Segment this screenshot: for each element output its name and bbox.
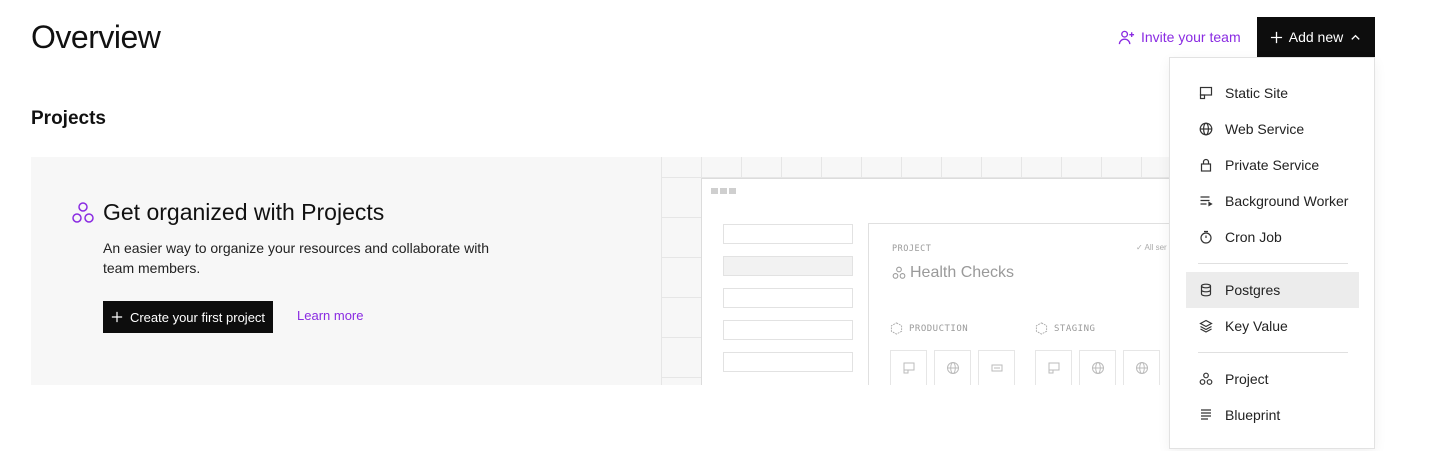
mock-sidebar-bar xyxy=(723,352,853,372)
mock-project-panel: PROJECT ✓ All ser Health Checks PRODUCTI… xyxy=(868,223,1191,385)
globe-icon xyxy=(1091,362,1104,374)
database-icon xyxy=(1200,283,1212,297)
project-icon xyxy=(1199,372,1213,385)
menu-item-label: Key Value xyxy=(1225,318,1288,334)
projects-illustration: PROJECT ✓ All ser Health Checks PRODUCTI… xyxy=(661,157,1191,385)
menu-item-label: Background Worker xyxy=(1225,193,1349,209)
globe-icon xyxy=(1135,362,1148,374)
lock-icon xyxy=(1200,158,1212,172)
banner-heading: Get organized with Projects xyxy=(71,199,384,226)
invite-team-label: Invite your team xyxy=(1141,29,1241,45)
banner-content: Get organized with Projects An easier wa… xyxy=(31,157,661,385)
menu-item-background-worker[interactable]: Background Worker xyxy=(1186,183,1359,219)
menu-divider xyxy=(1198,352,1348,353)
mock-env-production: PRODUCTION xyxy=(890,322,968,335)
mock-window: PROJECT ✓ All ser Health Checks PRODUCTI… xyxy=(701,178,1191,385)
create-first-project-label: Create your first project xyxy=(129,309,266,325)
layers-icon xyxy=(1199,319,1213,333)
page-title: Overview xyxy=(31,19,161,55)
menu-item-label: Web Service xyxy=(1225,121,1305,137)
timer-icon xyxy=(1200,230,1212,244)
mock-project-name: Health Checks xyxy=(910,264,1015,281)
database-icon xyxy=(991,364,1002,372)
banner-description: An easier way to organize your resources… xyxy=(103,240,489,276)
menu-item-label: Private Service xyxy=(1225,157,1320,173)
mock-env-production-label: PRODUCTION xyxy=(909,323,969,334)
plus-icon xyxy=(1270,31,1282,43)
blueprint-icon xyxy=(1201,409,1211,420)
mock-service-tile xyxy=(978,350,1015,385)
globe-icon xyxy=(946,362,959,374)
mock-sidebar-bar xyxy=(723,256,853,276)
menu-item-web-service[interactable]: Web Service xyxy=(1186,111,1359,147)
project-icon xyxy=(72,201,94,223)
mock-env-staging: STAGING xyxy=(1035,322,1095,335)
chevron-up-icon xyxy=(1351,34,1360,40)
static-site-icon xyxy=(1199,86,1213,100)
mock-service-tile xyxy=(934,350,971,385)
project-icon xyxy=(892,266,906,279)
add-new-label: Add new xyxy=(1288,29,1344,45)
mock-sidebar-bar xyxy=(723,288,853,308)
mock-service-tile xyxy=(890,350,927,385)
create-first-project-button[interactable]: Create your first project xyxy=(103,301,273,333)
mock-service-tile xyxy=(1079,350,1116,385)
mock-project-title: Health Checks xyxy=(892,264,1014,282)
menu-item-project[interactable]: Project xyxy=(1186,361,1359,397)
mock-service-tile xyxy=(1035,350,1072,385)
hexagon-icon xyxy=(890,322,903,335)
add-new-button[interactable]: Add new xyxy=(1257,17,1375,57)
mock-all-services: ✓ All ser xyxy=(1136,243,1167,252)
menu-item-postgres[interactable]: Postgres xyxy=(1186,272,1359,308)
menu-item-label: Static Site xyxy=(1225,85,1289,101)
menu-item-private-service[interactable]: Private Service xyxy=(1186,147,1359,183)
banner-heading-text: Get organized with Projects xyxy=(103,199,385,225)
menu-item-cron-job[interactable]: Cron Job xyxy=(1186,219,1359,255)
menu-divider xyxy=(1198,263,1348,264)
mock-sidebar-bar xyxy=(723,320,853,340)
menu-item-label: Cron Job xyxy=(1225,229,1282,245)
mock-env-staging-label: STAGING xyxy=(1054,323,1096,334)
menu-item-label: Project xyxy=(1225,371,1269,387)
invite-team-button[interactable]: Invite your team xyxy=(1118,27,1241,47)
mock-project-label: PROJECT xyxy=(892,244,932,254)
menu-item-key-value[interactable]: Key Value xyxy=(1186,308,1359,344)
projects-section-title: Projects xyxy=(31,108,106,129)
menu-item-label: Postgres xyxy=(1225,282,1281,298)
learn-more-link[interactable]: Learn more xyxy=(297,308,363,323)
add-user-icon xyxy=(1118,30,1135,44)
add-new-dropdown-menu: Static Site Web Service Private Service … xyxy=(1169,57,1375,449)
globe-icon xyxy=(1199,122,1213,136)
plus-icon xyxy=(111,311,123,323)
menu-item-label: Blueprint xyxy=(1225,407,1281,423)
mock-service-tile xyxy=(1123,350,1160,385)
static-site-icon xyxy=(1048,362,1059,374)
hexagon-icon xyxy=(1035,322,1048,335)
mock-sidebar-bar xyxy=(723,224,853,244)
mock-window-dots xyxy=(711,188,736,194)
static-site-icon xyxy=(903,362,914,374)
projects-promo-banner: Get organized with Projects An easier wa… xyxy=(31,157,1191,385)
menu-item-static-site[interactable]: Static Site xyxy=(1186,75,1359,111)
menu-item-blueprint[interactable]: Blueprint xyxy=(1186,397,1359,433)
worker-icon xyxy=(1200,196,1213,207)
